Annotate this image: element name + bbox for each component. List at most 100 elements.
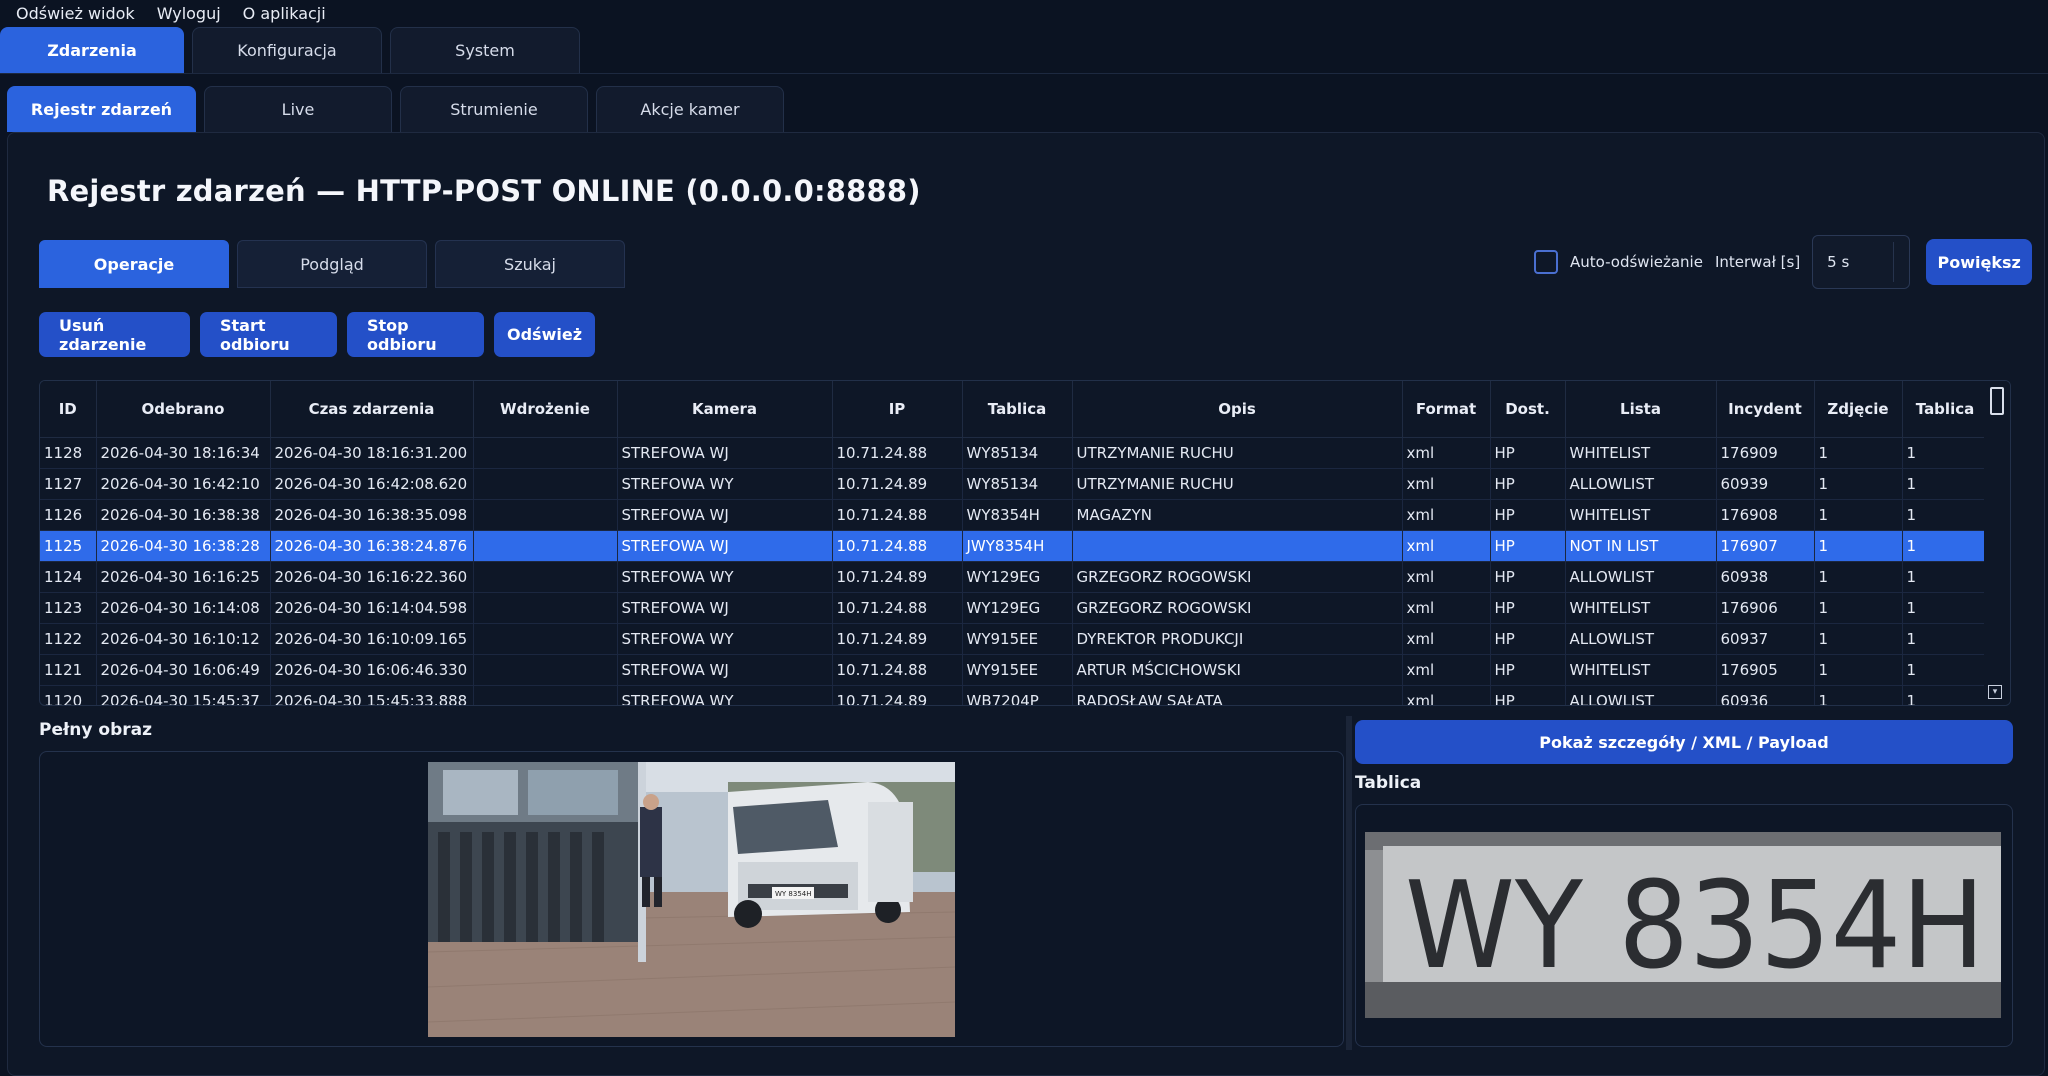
column-header[interactable]: Odebrano xyxy=(96,381,271,438)
table-cell: 2026-04-30 15:45:33.888 xyxy=(270,685,474,705)
events-table-container: ID Odebrano Czas zdarzenia Wdrożenie Kamera I… xyxy=(39,380,2011,706)
column-header[interactable]: IP xyxy=(832,381,963,438)
table-cell: 176905 xyxy=(1716,654,1815,686)
table-cell: 10.71.24.88 xyxy=(832,499,963,531)
column-header[interactable]: Dost. xyxy=(1490,381,1566,438)
menu-logout[interactable]: Wyloguj xyxy=(147,4,233,23)
refresh-button[interactable]: Odśwież xyxy=(494,312,595,357)
auto-refresh-checkbox[interactable] xyxy=(1534,250,1558,274)
table-cell: xml xyxy=(1402,530,1491,562)
table-row[interactable]: 1120 2026-04-30 15:45:37 2026-04-30 15:45:… xyxy=(40,685,1989,705)
column-header[interactable]: Tablica xyxy=(1902,381,1989,438)
column-header[interactable]: Incydent xyxy=(1716,381,1815,438)
table-cell: 1 xyxy=(1814,530,1903,562)
table-cell: HP xyxy=(1490,592,1566,624)
column-header[interactable]: Format xyxy=(1402,381,1491,438)
spin-arrows-icon[interactable] xyxy=(1893,242,1905,282)
table-row[interactable]: 1126 2026-04-30 16:38:38 2026-04-30 16:38:… xyxy=(40,499,1989,531)
scroll-down-icon[interactable]: ▾ xyxy=(1988,685,2002,699)
table-cell: HP xyxy=(1490,499,1566,531)
table-cell: WY915EE xyxy=(962,623,1073,655)
table-cell: 1 xyxy=(1814,468,1903,500)
tab-events[interactable]: Zdarzenia xyxy=(0,27,184,73)
table-cell: 2026-04-30 16:38:38 xyxy=(96,499,271,531)
table-cell: xml xyxy=(1402,623,1491,655)
menu-refresh-view[interactable]: Odśwież widok xyxy=(0,4,147,23)
stop-receiving-button[interactable]: Stop odbioru xyxy=(347,312,484,357)
column-header[interactable]: Wdrożenie xyxy=(473,381,618,438)
column-header[interactable]: Tablica xyxy=(962,381,1073,438)
delete-event-button[interactable]: Usuń zdarzenie xyxy=(39,312,190,357)
table-cell: WY8354H xyxy=(962,499,1073,531)
table-cell: ALLOWLIST xyxy=(1565,561,1717,593)
table-cell: 176908 xyxy=(1716,499,1815,531)
table-row[interactable]: 1123 2026-04-30 16:14:08 2026-04-30 16:14:… xyxy=(40,592,1989,624)
tab-preview[interactable]: Podgląd xyxy=(237,240,427,288)
table-row[interactable]: 1121 2026-04-30 16:06:49 2026-04-30 16:06:… xyxy=(40,654,1989,686)
table-row[interactable]: 1125 2026-04-30 16:38:28 2026-04-30 16:38:… xyxy=(40,530,1989,562)
column-header[interactable]: ID xyxy=(40,381,97,438)
table-cell: WY85134 xyxy=(962,437,1073,469)
view-tab-bar: Operacje Podgląd Szukaj xyxy=(39,240,633,288)
table-cell: GRZEGORZ ROGOWSKI xyxy=(1072,561,1403,593)
tab-live[interactable]: Live xyxy=(204,86,392,132)
table-cell: 1 xyxy=(1814,592,1903,624)
table-cell: 1 xyxy=(1902,654,1989,686)
table-cell: WHITELIST xyxy=(1565,437,1717,469)
table-cell: 1 xyxy=(1902,685,1989,705)
table-cell: 1 xyxy=(1902,623,1989,655)
interval-spinbox[interactable]: 5 s xyxy=(1812,235,1911,289)
table-cell: 2026-04-30 16:16:22.360 xyxy=(270,561,474,593)
tab-system[interactable]: System xyxy=(390,27,580,73)
tab-search[interactable]: Szukaj xyxy=(435,240,625,288)
scrollbar-thumb[interactable] xyxy=(1990,387,2004,415)
zoom-button[interactable]: Powiększ xyxy=(1926,239,2033,285)
table-row[interactable]: 1122 2026-04-30 16:10:12 2026-04-30 16:10:… xyxy=(40,623,1989,655)
table-scrollbar[interactable]: ▾ xyxy=(1984,381,2010,705)
tab-configuration[interactable]: Konfiguracja xyxy=(192,27,382,73)
tab-operations[interactable]: Operacje xyxy=(39,240,229,288)
tab-streams[interactable]: Strumienie xyxy=(400,86,588,132)
table-cell: HP xyxy=(1490,623,1566,655)
refresh-controls: Auto-odświeżanie Interwał [s] 5 s Powięk… xyxy=(1534,235,2033,289)
table-row[interactable]: 1128 2026-04-30 18:16:34 2026-04-30 18:16:… xyxy=(40,437,1989,469)
table-cell: xml xyxy=(1402,685,1491,705)
show-details-button[interactable]: Pokaż szczegóły / XML / Payload xyxy=(1355,720,2013,764)
table-cell xyxy=(473,685,618,705)
table-cell: 60939 xyxy=(1716,468,1815,500)
plate-text: WY 8354H xyxy=(1405,857,1985,996)
table-cell xyxy=(473,654,618,686)
table-cell: STREFOWA WJ xyxy=(617,654,833,686)
menu-about[interactable]: O aplikacji xyxy=(233,4,338,23)
column-header[interactable]: Lista xyxy=(1565,381,1717,438)
table-cell: 2026-04-30 16:38:24.876 xyxy=(270,530,474,562)
panel-splitter[interactable] xyxy=(1346,716,1352,1050)
tab-event-register[interactable]: Rejestr zdarzeń xyxy=(7,86,196,132)
table-cell xyxy=(473,499,618,531)
table-cell: WB7204P xyxy=(962,685,1073,705)
table-cell: STREFOWA WY xyxy=(617,685,833,705)
column-header[interactable]: Zdjęcie xyxy=(1814,381,1903,438)
table-cell: 1 xyxy=(1814,685,1903,705)
table-cell: ALLOWLIST xyxy=(1565,623,1717,655)
table-cell xyxy=(473,468,618,500)
column-header[interactable]: Opis xyxy=(1072,381,1403,438)
column-header[interactable]: Czas zdarzenia xyxy=(270,381,474,438)
plate-label: Tablica xyxy=(1355,773,1422,793)
table-cell: xml xyxy=(1402,592,1491,624)
table-cell: DYREKTOR PRODUKCJI xyxy=(1072,623,1403,655)
table-cell: RADOSŁAW SAŁATA xyxy=(1072,685,1403,705)
tab-camera-actions[interactable]: Akcje kamer xyxy=(596,86,784,132)
table-cell: 1 xyxy=(1814,561,1903,593)
events-table: ID Odebrano Czas zdarzenia Wdrożenie Kamera I… xyxy=(40,381,1989,705)
table-cell: HP xyxy=(1490,561,1566,593)
column-header[interactable]: Kamera xyxy=(617,381,833,438)
table-cell: JWY8354H xyxy=(962,530,1073,562)
table-row[interactable]: 1127 2026-04-30 16:42:10 2026-04-30 16:42:… xyxy=(40,468,1989,500)
start-receiving-button[interactable]: Start odbioru xyxy=(200,312,337,357)
table-cell: xml xyxy=(1402,499,1491,531)
table-row[interactable]: 1124 2026-04-30 16:16:25 2026-04-30 16:16:… xyxy=(40,561,1989,593)
table-cell: 1122 xyxy=(40,623,97,655)
table-cell: 2026-04-30 16:16:25 xyxy=(96,561,271,593)
table-cell: WY85134 xyxy=(962,468,1073,500)
